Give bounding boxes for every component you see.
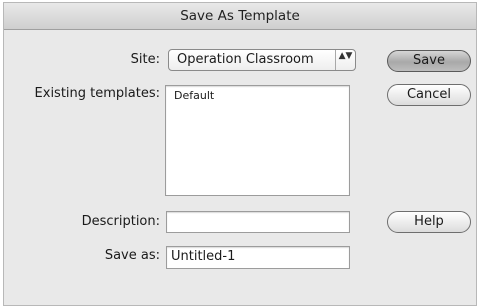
save-button[interactable]: Save [387,50,471,72]
help-button[interactable]: Help [387,211,471,233]
description-field[interactable] [166,211,350,233]
save-as-label: Save as: [104,248,160,263]
site-label: Site: [130,52,160,67]
existing-templates-list[interactable]: Default [165,85,350,196]
save-as-field[interactable]: Untitled-1 [166,246,350,269]
existing-templates-label: Existing templates: [34,86,160,101]
dialog-title: Save As Template [4,3,476,30]
select-arrows-icon: ▲▼ [335,50,355,70]
cancel-button[interactable]: Cancel [387,84,471,106]
site-selected-value: Operation Classroom [177,52,314,67]
list-item[interactable]: Default [166,86,349,102]
save-as-template-dialog: Save As Template Site: Operation Classro… [3,2,477,306]
site-select[interactable]: Operation Classroom ▲▼ [168,49,356,71]
description-label: Description: [81,214,160,229]
